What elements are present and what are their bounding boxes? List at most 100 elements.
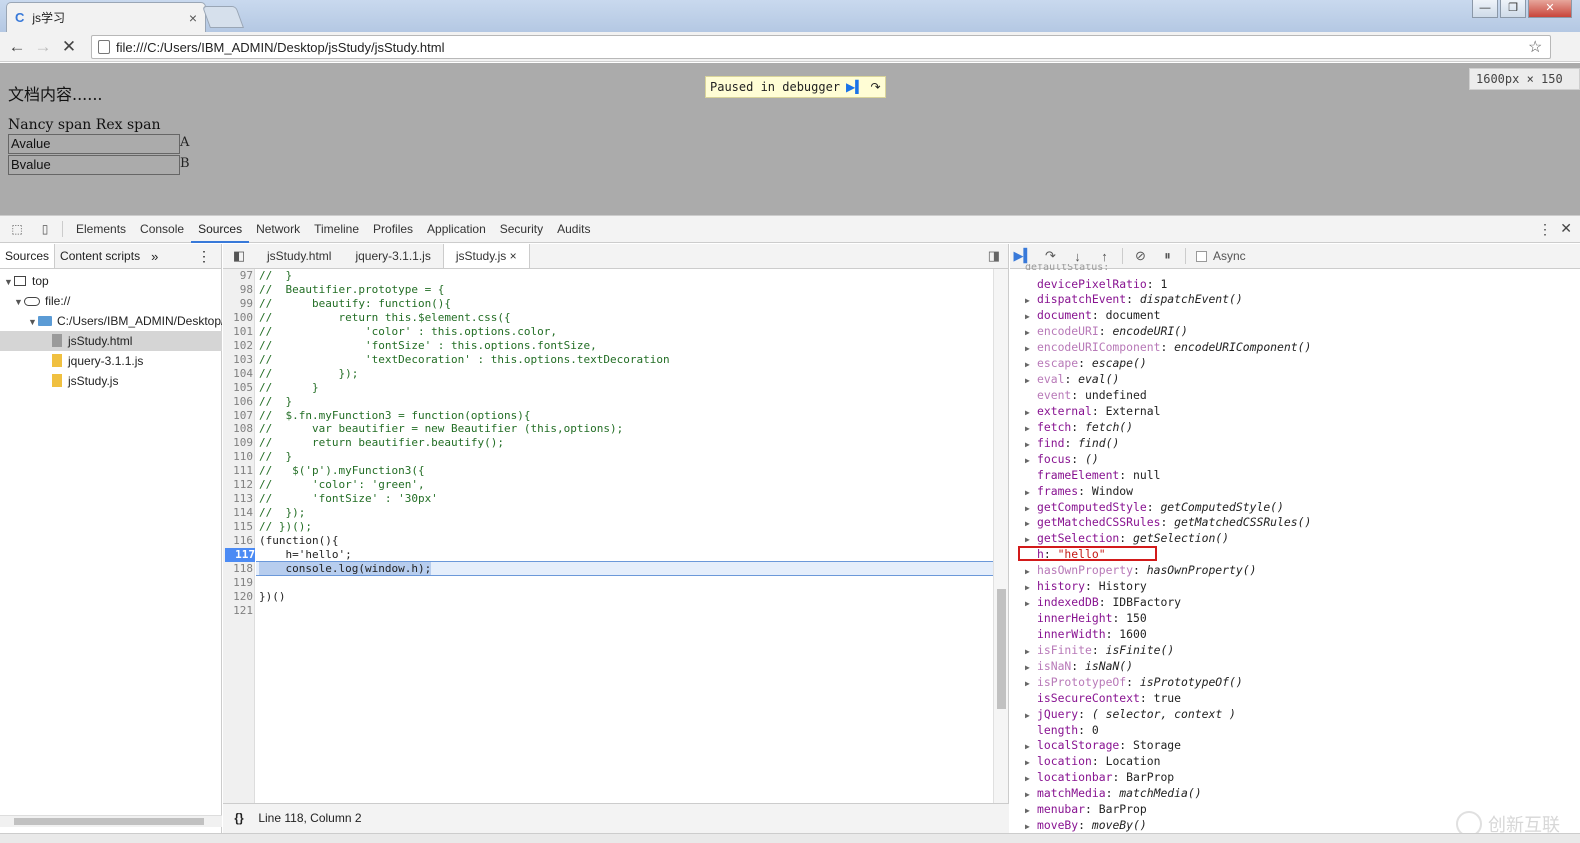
code-line[interactable]: // 'fontSize' : this.options.fontSize, bbox=[259, 339, 597, 353]
expand-triangle-icon[interactable]: ▼ bbox=[4, 272, 14, 292]
step-out-icon[interactable]: ↑ bbox=[1091, 249, 1118, 264]
scope-property-isfinite[interactable]: ▶ isFinite: isFinite() bbox=[1025, 642, 1174, 658]
scope-property-innerheight[interactable]: innerHeight: 150 bbox=[1037, 610, 1147, 626]
expand-arrow-icon[interactable]: ▶ bbox=[1025, 803, 1037, 819]
resume-icon[interactable]: ▶▍ bbox=[846, 80, 864, 94]
scope-property-frames[interactable]: ▶ frames: Window bbox=[1025, 483, 1133, 499]
scope-property-find[interactable]: ▶ find: find() bbox=[1025, 435, 1119, 451]
code-line[interactable]: // } bbox=[259, 395, 292, 409]
line-number[interactable]: 120 bbox=[223, 590, 253, 604]
step-over-icon[interactable]: ↷ bbox=[871, 80, 881, 94]
tab-profiles[interactable]: Profiles bbox=[366, 216, 420, 243]
address-url[interactable]: file:///C:/Users/IBM_ADMIN/Desktop/jsStu… bbox=[116, 40, 1522, 55]
expand-arrow-icon[interactable]: ▶ bbox=[1025, 580, 1037, 596]
code-line[interactable]: // return beautifier.beautify(); bbox=[259, 436, 504, 450]
scope-property-moveby[interactable]: ▶ moveBy: moveBy() bbox=[1025, 817, 1147, 833]
maximize-icon[interactable]: ❐ bbox=[1500, 0, 1526, 18]
tab-security[interactable]: Security bbox=[493, 216, 550, 243]
line-number[interactable]: 105 bbox=[223, 381, 253, 395]
line-number[interactable]: 118 bbox=[223, 562, 253, 576]
expand-arrow-icon[interactable]: ▶ bbox=[1025, 485, 1037, 501]
scope-property-length[interactable]: length: 0 bbox=[1037, 722, 1099, 738]
toggle-navigator-icon[interactable]: ◧ bbox=[223, 248, 255, 264]
expand-arrow-icon[interactable]: ▶ bbox=[1025, 755, 1037, 771]
expand-arrow-icon[interactable]: ▶ bbox=[1025, 373, 1037, 389]
code-line[interactable]: // 'textDecoration' : this.options.textD… bbox=[259, 353, 670, 367]
editor-tab-close-icon[interactable]: × bbox=[510, 249, 517, 263]
bookmark-star-icon[interactable]: ☆ bbox=[1528, 37, 1550, 57]
expand-arrow-icon[interactable]: ▶ bbox=[1025, 325, 1037, 341]
expand-arrow-icon[interactable]: ▶ bbox=[1025, 453, 1037, 469]
tab-application[interactable]: Application bbox=[420, 216, 493, 243]
expand-arrow-icon[interactable]: ▶ bbox=[1025, 660, 1037, 676]
line-number[interactable]: 110 bbox=[223, 450, 253, 464]
step-over-icon[interactable]: ↷ bbox=[1037, 248, 1064, 264]
tree-item-jsstudy-js[interactable]: jsStudy.js bbox=[0, 371, 222, 391]
expand-arrow-icon[interactable]: ▶ bbox=[1025, 437, 1037, 453]
expand-arrow-icon[interactable]: ▶ bbox=[1025, 501, 1037, 517]
line-number[interactable]: 98 bbox=[223, 283, 253, 297]
stop-loading-icon[interactable]: ✕ bbox=[56, 37, 82, 57]
editor-tab-jsstudy-html[interactable]: jsStudy.html bbox=[255, 244, 343, 268]
editor-vertical-scrollbar[interactable] bbox=[993, 269, 1008, 803]
expand-arrow-icon[interactable]: ▶ bbox=[1025, 644, 1037, 660]
tree-item-file-origin[interactable]: ▼ file:// bbox=[0, 291, 222, 311]
line-number[interactable]: 108 bbox=[223, 422, 253, 436]
code-line[interactable]: // } bbox=[259, 381, 319, 395]
code-line[interactable]: })() bbox=[259, 590, 286, 604]
line-number[interactable]: 112 bbox=[223, 478, 253, 492]
tab-elements[interactable]: Elements bbox=[69, 216, 133, 243]
line-number[interactable]: 102 bbox=[223, 339, 253, 353]
page-info-icon[interactable] bbox=[98, 40, 110, 54]
tab-network[interactable]: Network bbox=[249, 216, 307, 243]
scope-property-locationbar[interactable]: ▶ locationbar: BarProp bbox=[1025, 769, 1174, 785]
expand-arrow-icon[interactable]: ▶ bbox=[1025, 421, 1037, 437]
tab-timeline[interactable]: Timeline bbox=[307, 216, 366, 243]
navigator-horizontal-scrollbar[interactable] bbox=[0, 815, 222, 827]
devtools-close-icon[interactable]: ✕ bbox=[1560, 220, 1572, 237]
expand-arrow-icon[interactable]: ▶ bbox=[1025, 771, 1037, 787]
code-line[interactable]: // } bbox=[259, 269, 292, 283]
code-line[interactable]: // $('p').myFunction3({ bbox=[259, 464, 425, 478]
scope-property-frameelement[interactable]: frameElement: null bbox=[1037, 467, 1160, 483]
line-number[interactable]: 101 bbox=[223, 325, 253, 339]
code-line[interactable]: // var beautifier = new Beautifier (this… bbox=[259, 422, 623, 436]
scope-property-external[interactable]: ▶ external: External bbox=[1025, 403, 1160, 419]
scope-property-document[interactable]: ▶ document: document bbox=[1025, 307, 1160, 323]
scope-property-location[interactable]: ▶ location: Location bbox=[1025, 753, 1160, 769]
line-number[interactable]: 115 bbox=[223, 520, 253, 534]
address-bar[interactable]: file:///C:/Users/IBM_ADMIN/Desktop/jsStu… bbox=[91, 35, 1551, 59]
tree-item-jquery-js[interactable]: jquery-3.1.1.js bbox=[0, 351, 222, 371]
scope-property-event[interactable]: event: undefined bbox=[1037, 387, 1147, 403]
more-tabs-icon[interactable]: » bbox=[151, 249, 158, 264]
expand-arrow-icon[interactable]: ▶ bbox=[1025, 596, 1037, 612]
step-into-icon[interactable]: ↓ bbox=[1064, 249, 1091, 264]
tab-sources[interactable]: Sources bbox=[191, 216, 250, 243]
forward-arrow-icon[interactable]: → bbox=[30, 37, 56, 57]
new-tab-button[interactable] bbox=[201, 6, 245, 28]
code-line[interactable]: console.log(window.h); bbox=[259, 561, 432, 576]
scope-property-fetch[interactable]: ▶ fetch: fetch() bbox=[1025, 419, 1133, 435]
code-line[interactable]: // return this.$element.css({ bbox=[259, 311, 511, 325]
expand-arrow-icon[interactable]: ▶ bbox=[1025, 739, 1037, 755]
line-number[interactable]: 103 bbox=[223, 353, 253, 367]
line-number[interactable]: 111 bbox=[223, 464, 253, 478]
expand-arrow-icon[interactable]: ▶ bbox=[1025, 309, 1037, 325]
tree-item-top[interactable]: ▼ top bbox=[0, 271, 222, 291]
scope-property-isprototypeof[interactable]: ▶ isPrototypeOf: isPrototypeOf() bbox=[1025, 674, 1243, 690]
scope-property-hasownproperty[interactable]: ▶ hasOwnProperty: hasOwnProperty() bbox=[1025, 562, 1256, 578]
back-arrow-icon[interactable]: ← bbox=[4, 37, 30, 57]
scope-property-localstorage[interactable]: ▶ localStorage: Storage bbox=[1025, 737, 1181, 753]
deactivate-breakpoints-icon[interactable]: ⊘ bbox=[1127, 248, 1154, 264]
scope-property-matchmedia[interactable]: ▶ matchMedia: matchMedia() bbox=[1025, 785, 1202, 801]
expand-triangle-icon[interactable]: ▼ bbox=[28, 312, 38, 331]
window-close-icon[interactable]: ✕ bbox=[1528, 0, 1572, 18]
pretty-print-button[interactable]: {} bbox=[223, 804, 255, 833]
expand-arrow-icon[interactable]: ▶ bbox=[1025, 405, 1037, 421]
line-number[interactable]: 119 bbox=[223, 576, 253, 590]
scope-property-isnan[interactable]: ▶ isNaN: isNaN() bbox=[1025, 658, 1133, 674]
navigator-tab-sources[interactable]: Sources bbox=[0, 244, 56, 268]
scope-property-menubar[interactable]: ▶ menubar: BarProp bbox=[1025, 801, 1147, 817]
expand-arrow-icon[interactable]: ▶ bbox=[1025, 564, 1037, 580]
expand-arrow-icon[interactable]: ▶ bbox=[1025, 676, 1037, 692]
